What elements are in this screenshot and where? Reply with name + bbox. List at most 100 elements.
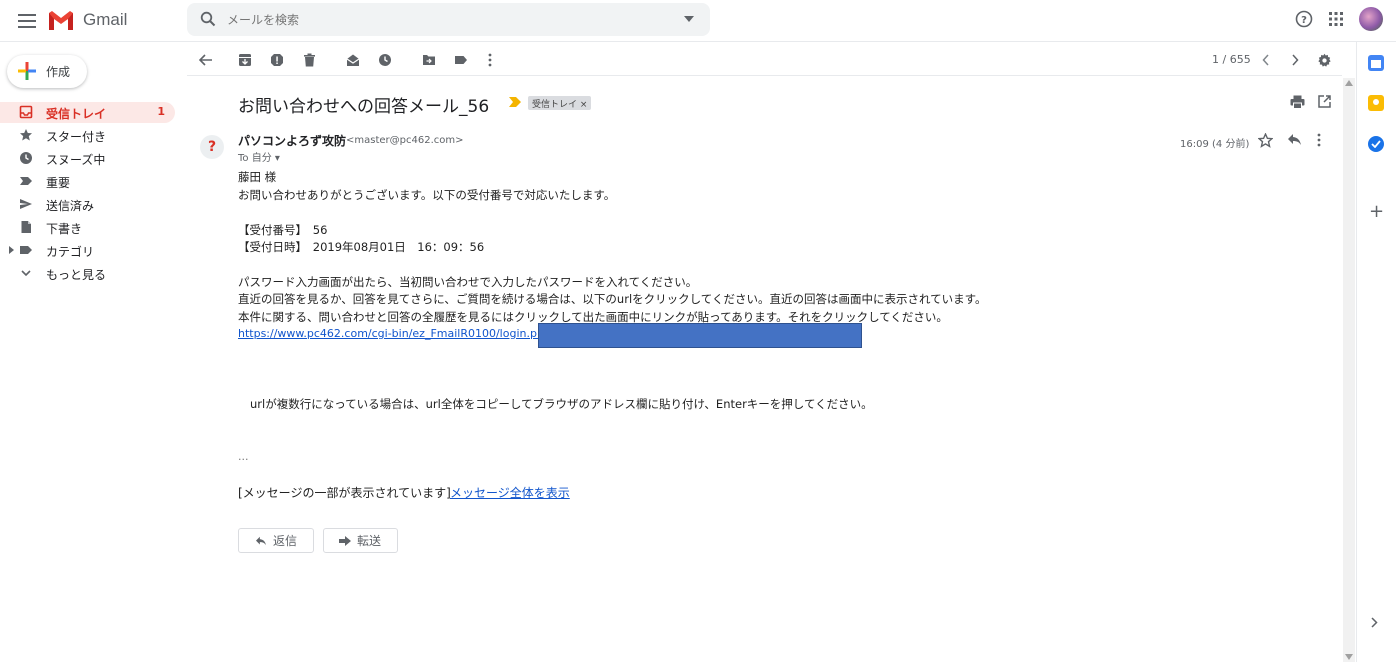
search-icon[interactable] (200, 11, 216, 27)
view-entire-message-link[interactable]: メッセージ全体を表示 (450, 484, 570, 501)
search-options-dropdown-icon[interactable] (684, 16, 694, 22)
print-icon[interactable] (1290, 95, 1305, 109)
body-line: パスワード入力画面が出たら、当初問い合わせで入力したパスワードを入れてください。 (238, 275, 698, 289)
back-button[interactable] (198, 52, 214, 68)
chevron-right-icon[interactable] (1371, 617, 1378, 628)
importance-icon (20, 177, 32, 185)
sidebar-item-snoozed[interactable]: スヌーズ中 (0, 148, 175, 169)
body-greeting: 藤田 様 (238, 170, 277, 184)
sidebar-item-label: 重要 (46, 176, 71, 190)
expand-caret-icon[interactable] (9, 246, 14, 254)
label-icon (20, 246, 32, 254)
body-line: 直近の回答を見るか、回答を見てさらに、ご質問を続ける場合は、以下のurlをクリッ… (238, 292, 987, 306)
gmail-logo[interactable]: Gmail (47, 8, 127, 32)
compose-label: 作成 (46, 65, 71, 79)
side-panel-divider (1356, 42, 1357, 662)
message-toolbar: 1 / 655 (187, 44, 1342, 76)
sidebar-item-drafts[interactable]: 下書き (0, 217, 175, 238)
star-icon (20, 129, 32, 141)
mail-open-icon (346, 54, 360, 66)
search-input[interactable] (227, 11, 667, 29)
labels-button[interactable] (453, 52, 469, 68)
star-outline-icon[interactable] (1258, 133, 1273, 148)
sidebar-item-label: 下書き (46, 222, 83, 236)
pagination-count: 1 / 655 (1212, 53, 1251, 66)
scrollbar[interactable] (1343, 78, 1355, 662)
send-icon (20, 199, 32, 209)
reply-icon[interactable] (1287, 133, 1302, 146)
chevron-down-icon (21, 270, 31, 277)
compose-button[interactable]: 作成 (7, 55, 87, 88)
message-timestamp: 16:09 (4 分前) (1180, 139, 1250, 150)
importance-marker-icon[interactable] (509, 97, 521, 107)
reply-label: 返信 (273, 534, 298, 548)
inbox-label-chip[interactable]: 受信トレイ × (528, 96, 592, 110)
sidebar-item-categories[interactable]: カテゴリ (0, 240, 175, 261)
forward-button[interactable]: 転送 (323, 528, 398, 553)
sender-avatar: ? (200, 135, 224, 159)
keep-app-icon[interactable] (1368, 95, 1384, 111)
login-link[interactable]: https://www.pc462.com/cgi-bin/ez_FmailR0… (238, 327, 557, 340)
body-line: お問い合わせありがとうございます。以下の受付番号で対応いたします。 (238, 188, 616, 202)
label-icon (455, 56, 467, 64)
hamburger-menu-icon (18, 14, 36, 28)
redaction-box (538, 323, 862, 348)
sidebar-item-starred[interactable]: スター付き (0, 125, 175, 146)
more-vert-icon[interactable] (1317, 133, 1321, 147)
main-menu-button[interactable] (14, 8, 40, 34)
add-app-plus-icon[interactable]: + (1369, 201, 1384, 222)
sidebar-item-inbox[interactable]: 受信トレイ 1 (0, 102, 175, 123)
email-subject: お問い合わせへの回答メール_56 (238, 97, 490, 117)
scroll-up-arrow-icon[interactable] (1345, 80, 1353, 86)
clock-icon (379, 54, 391, 66)
gmail-m-icon (49, 10, 73, 30)
trash-icon (303, 53, 315, 67)
body-receipt-datetime: 【受付日時】 2019年08月01日 16：09：56 (238, 240, 485, 254)
help-icon[interactable]: ? (1295, 10, 1313, 28)
settings-button[interactable] (1316, 52, 1332, 68)
older-button[interactable] (1287, 52, 1303, 68)
calendar-app-icon[interactable] (1368, 55, 1384, 71)
folder-move-icon (423, 55, 435, 65)
newer-button[interactable] (1258, 52, 1274, 68)
reply-button[interactable]: 返信 (238, 528, 314, 553)
draft-icon (21, 221, 31, 233)
sidebar-item-important[interactable]: 重要 (0, 171, 175, 192)
move-to-button[interactable] (421, 52, 437, 68)
chevron-right-icon (1292, 54, 1299, 66)
sidebar-item-label: スター付き (46, 130, 107, 144)
archive-button[interactable] (237, 52, 253, 68)
sender-name[interactable]: パソコンよろず攻防 (238, 132, 346, 149)
chevron-left-icon (1262, 54, 1269, 66)
arrow-back-icon (199, 54, 212, 66)
body-line: urlが複数行になっている場合は、url全体をコピーしてブラウザのアドレス欄に貼… (250, 397, 873, 411)
trimmed-content-toggle[interactable]: ... (238, 450, 249, 463)
scroll-down-arrow-icon[interactable] (1345, 654, 1353, 660)
clock-icon (20, 152, 32, 164)
search-bar[interactable] (187, 3, 710, 36)
inbox-icon (19, 105, 33, 119)
sidebar-item-label: 受信トレイ (46, 107, 107, 121)
mark-unread-button[interactable] (345, 52, 361, 68)
forward-icon (339, 535, 351, 546)
delete-button[interactable] (301, 52, 317, 68)
recipient-details-toggle[interactable]: To 自分 ▾ (238, 149, 280, 164)
snooze-button[interactable] (377, 52, 393, 68)
sidebar-item-sent[interactable]: 送信済み (0, 194, 175, 215)
account-avatar[interactable] (1359, 7, 1383, 31)
report-spam-button[interactable] (269, 52, 285, 68)
reply-icon (256, 536, 266, 545)
more-actions-button[interactable] (482, 52, 498, 68)
tasks-app-icon[interactable] (1368, 136, 1384, 152)
apps-grid-icon[interactable] (1328, 11, 1344, 27)
open-in-new-window-icon[interactable] (1318, 95, 1331, 108)
sender-email: <master@pc462.com> (346, 135, 464, 146)
sidebar-item-more[interactable]: もっと見る (0, 263, 175, 284)
svg-text:?: ? (1301, 15, 1307, 26)
body-receipt-number: 【受付番号】 56 (238, 223, 328, 237)
more-vert-icon (488, 53, 492, 67)
sidebar-item-label: 送信済み (46, 199, 95, 213)
sidebar-item-label: カテゴリ (46, 245, 95, 259)
plus-icon (18, 62, 36, 80)
archive-icon (239, 54, 251, 66)
